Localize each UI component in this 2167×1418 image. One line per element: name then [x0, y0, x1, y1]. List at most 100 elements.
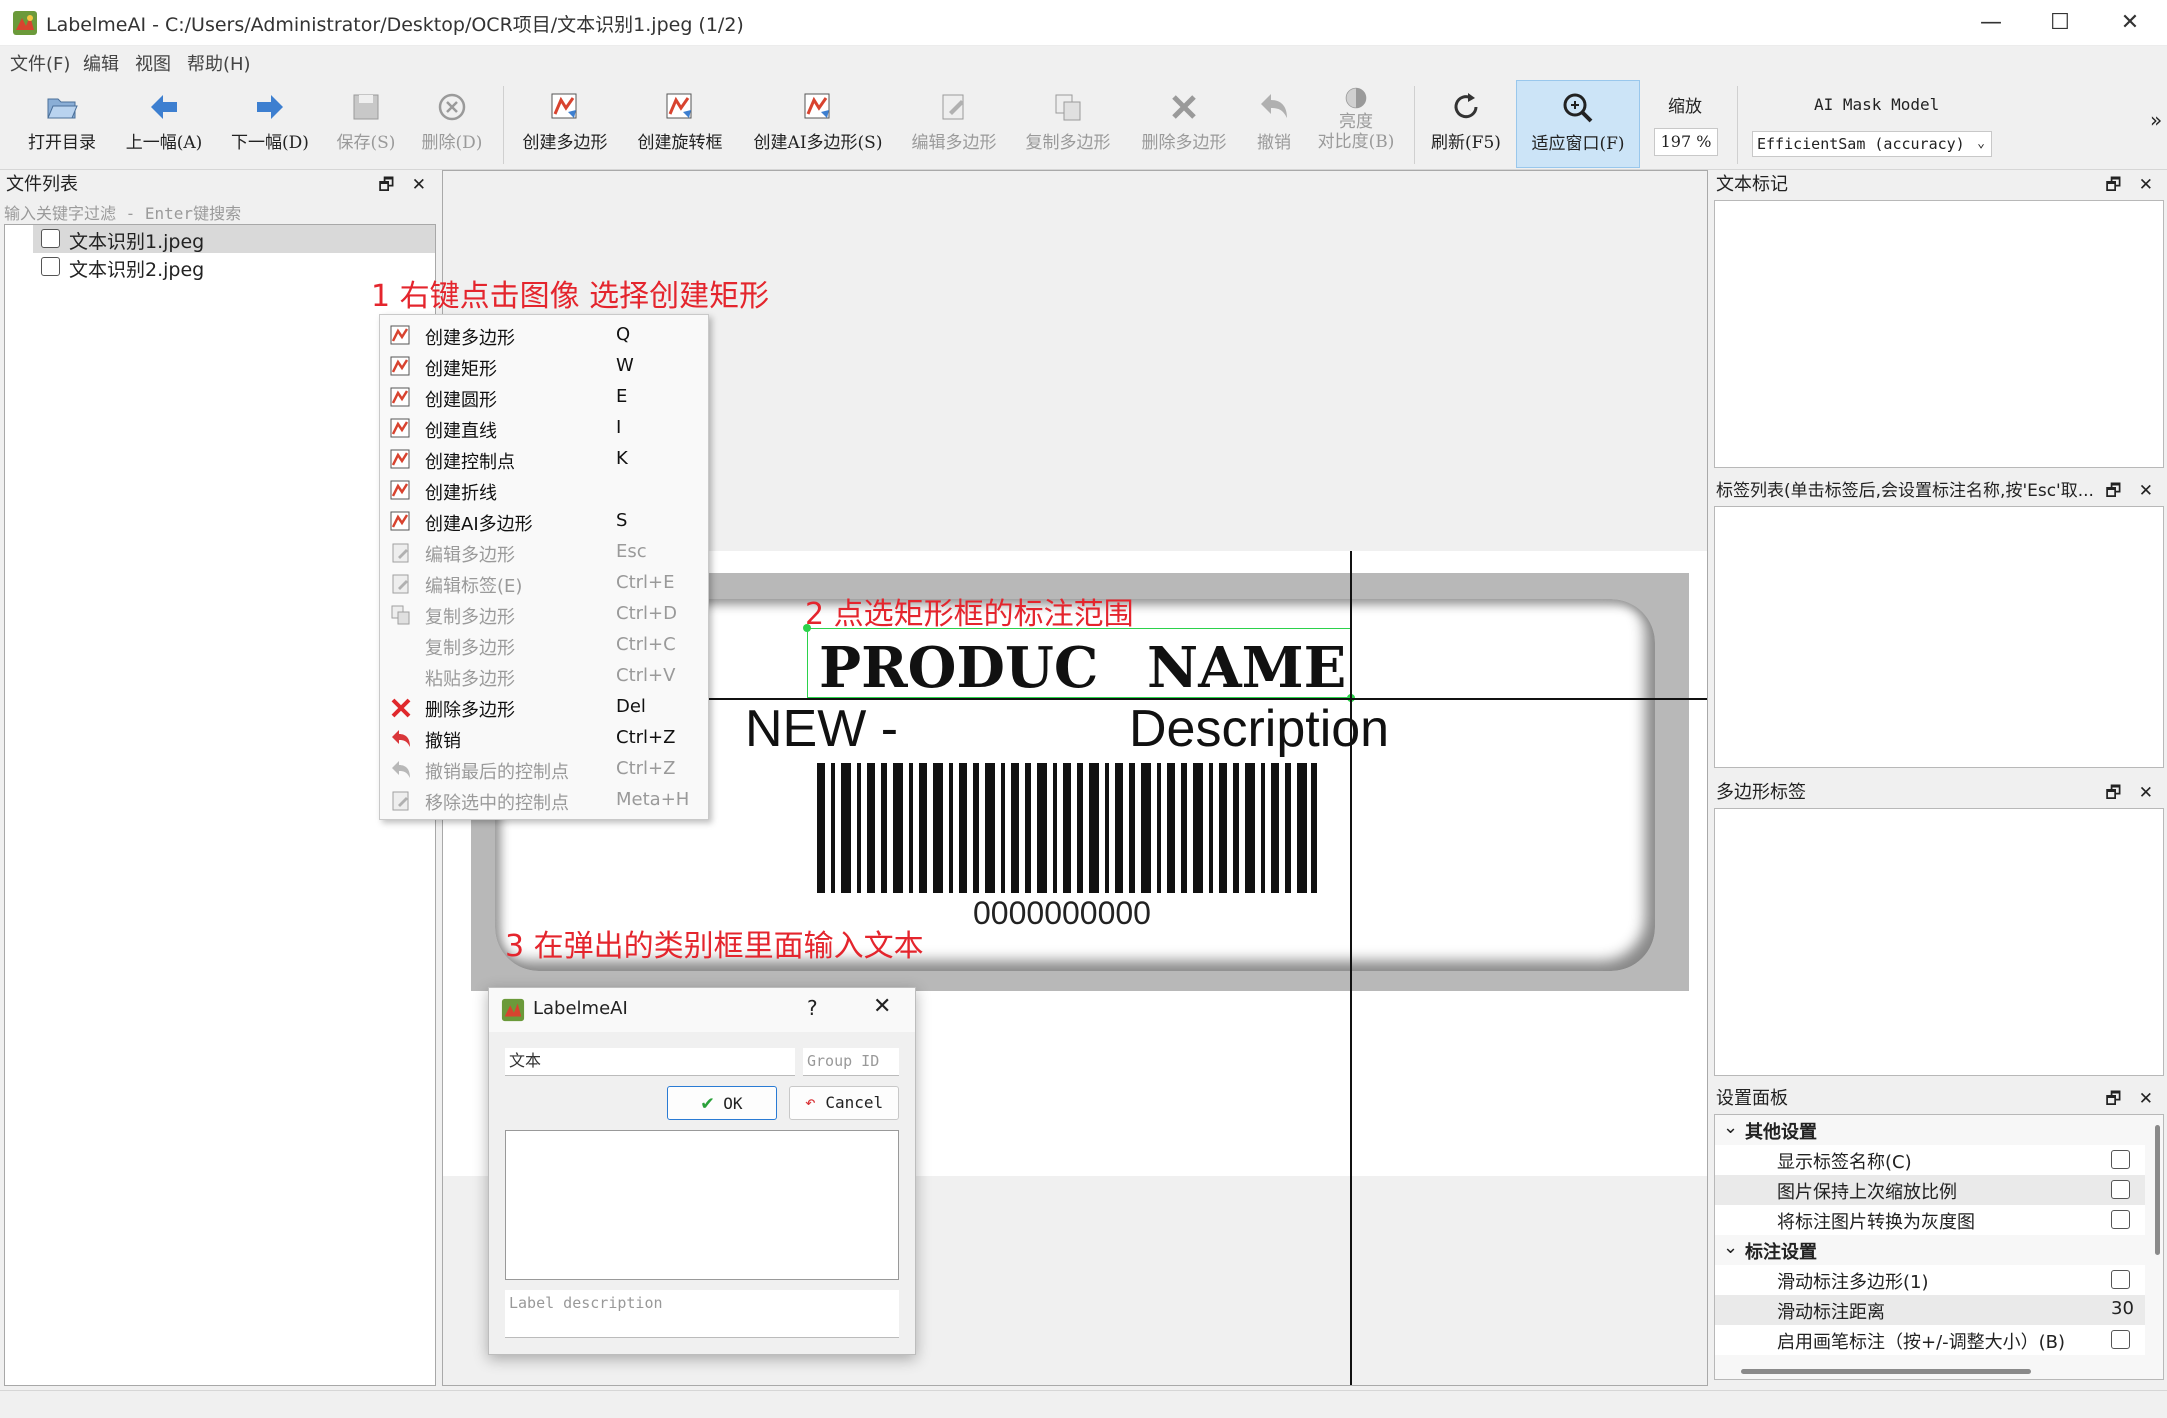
create-ai-polygon-button[interactable]: 创建AI多边形(S): [748, 80, 888, 168]
barcode-graphic: [817, 763, 1317, 893]
settings-horizontal-scrollbar[interactable]: [1741, 1369, 2031, 1374]
cancel-button[interactable]: ↶ Cancel: [789, 1086, 899, 1120]
ctx-create-rectangle[interactable]: 创建矩形 W: [380, 351, 708, 382]
close-window-button[interactable]: ✕: [2100, 6, 2160, 40]
list-item-selected[interactable]: 文本识别1.jpeg: [33, 225, 435, 253]
settings-group-annotation[interactable]: ⌄ 标注设置: [1715, 1235, 2145, 1265]
edit-polygon-button[interactable]: 编辑多边形: [904, 80, 1004, 168]
ctx-undo[interactable]: 撤销 Ctrl+Z: [380, 723, 708, 754]
setting-checkbox[interactable]: [2111, 1210, 2130, 1229]
file-checkbox[interactable]: [41, 257, 60, 276]
label-list-box[interactable]: [505, 1130, 899, 1280]
brightness-contrast-button[interactable]: 亮度 对比度(B): [1310, 80, 1402, 168]
ctx-create-circle[interactable]: 创建圆形 E: [380, 382, 708, 413]
setting-checkbox[interactable]: [2111, 1180, 2130, 1199]
step1-annotation: 1 右键点击图像 选择创建矩形: [371, 279, 770, 314]
menu-file[interactable]: 文件(F): [10, 50, 70, 76]
delete-file-button[interactable]: 删除(D): [414, 80, 490, 168]
setting-checkbox[interactable]: [2111, 1330, 2130, 1349]
file-list: 文本识别1.jpeg 文本识别2.jpeg: [4, 224, 436, 1386]
dialog-help-button[interactable]: ?: [807, 996, 818, 1020]
circle-draw-icon: [390, 387, 410, 407]
setting-keep-zoom[interactable]: 图片保持上次缩放比例: [1715, 1175, 2145, 1205]
step2-annotation: 2 点选矩形框的标注范围: [805, 597, 1134, 632]
ctx-create-line[interactable]: 创建直线 I: [380, 413, 708, 444]
ctx-edit-polygon[interactable]: 编辑多边形 Esc: [380, 537, 708, 568]
dock-float-close-icons[interactable]: 🗗 ✕: [2105, 170, 2159, 200]
toolbar-overflow-button[interactable]: »: [2150, 108, 2162, 132]
chevron-down-icon: ⌄: [1723, 1117, 1739, 1138]
ok-button[interactable]: ✔ OK: [667, 1086, 777, 1120]
ctx-paste-polygon[interactable]: 粘贴多边形 Ctrl+V: [380, 661, 708, 692]
zoom-value-input[interactable]: 197 %: [1654, 128, 1718, 156]
open-dir-button[interactable]: 打开目录: [14, 80, 110, 168]
file-list-header: 文件列表 🗗 ✕: [0, 170, 440, 200]
ctx-edit-label[interactable]: 编辑标签(E) Ctrl+E: [380, 568, 708, 599]
refresh-button[interactable]: 刷新(F5): [1424, 80, 1508, 168]
setting-show-label-name[interactable]: 显示标签名称(C): [1715, 1145, 2145, 1175]
label-input[interactable]: 文本: [505, 1048, 795, 1076]
create-polygon-button[interactable]: 创建多边形: [515, 80, 615, 168]
distance-value[interactable]: 30: [2111, 1298, 2134, 1319]
file-checkbox[interactable]: [41, 229, 60, 248]
settings-group-other[interactable]: ⌄ 其他设置: [1715, 1115, 2145, 1145]
edit-icon: [392, 543, 409, 563]
label-dialog: LabelmeAI ? ✕ 文本 Group ID ✔ OK ↶ Cancel …: [488, 987, 916, 1355]
settings-vertical-scrollbar[interactable]: [2155, 1125, 2160, 1255]
undo-button[interactable]: 撤销: [1246, 80, 1302, 168]
setting-grayscale[interactable]: 将标注图片转换为灰度图: [1715, 1205, 2145, 1235]
copy-polygon-button[interactable]: 复制多边形: [1018, 80, 1118, 168]
app-logo-icon: [13, 11, 37, 35]
menu-help[interactable]: 帮助(H): [187, 50, 251, 76]
ai-model-select[interactable]: EfficientSam (accuracy) ⌄: [1752, 131, 1992, 157]
step3-annotation: 3 在弹出的类别框里面输入文本: [505, 929, 924, 964]
minimize-button[interactable]: —: [1961, 6, 2021, 40]
save-button[interactable]: 保存(S): [328, 80, 404, 168]
arrow-left-icon: [151, 95, 177, 119]
ctx-delete-polygon[interactable]: 删除多边形 Del: [380, 692, 708, 723]
label-list-panel[interactable]: [1714, 506, 2164, 768]
ctx-undo-last-point[interactable]: 撤销最后的控制点 Ctrl+Z: [380, 754, 708, 785]
text-mark-panel[interactable]: [1714, 200, 2164, 468]
toolbar-separator: [1737, 86, 1738, 164]
ctx-create-ai-polygon[interactable]: 创建AI多边形 S: [380, 506, 708, 537]
dock-float-close-icons[interactable]: 🗗 ✕: [2105, 1084, 2159, 1114]
copy-icon: [1055, 94, 1081, 121]
toolbar: 打开目录 上一幅(A) 下一幅(D) 保存(S) 删除(D) 创建多边形 创建旋…: [0, 78, 2167, 170]
polygon-labels-panel[interactable]: [1714, 808, 2164, 1076]
file-filter-input[interactable]: 输入关键字过滤 - Enter键搜索: [4, 200, 436, 224]
setting-slide-distance[interactable]: 滑动标注距离 30: [1715, 1295, 2145, 1325]
prev-image-button[interactable]: 上一幅(A): [116, 80, 212, 168]
dialog-close-button[interactable]: ✕: [873, 994, 891, 1019]
ctx-create-linestrip[interactable]: 创建折线: [380, 475, 708, 506]
dock-float-close-icons[interactable]: 🗗 ✕: [2105, 476, 2159, 506]
setting-checkbox[interactable]: [2111, 1270, 2130, 1289]
maximize-button[interactable]: ☐: [2030, 6, 2090, 40]
ctx-duplicate-polygon[interactable]: 复制多边形 Ctrl+D: [380, 599, 708, 630]
file-list-dock: 文件列表 🗗 ✕ 输入关键字过滤 - Enter键搜索 文本识别1.jpeg 文…: [0, 170, 440, 1386]
ctx-copy-polygon[interactable]: 复制多边形 Ctrl+C: [380, 630, 708, 661]
setting-brush[interactable]: 启用画笔标注（按+/-调整大小）(B): [1715, 1325, 2145, 1355]
ai-polygon-icon: [804, 93, 830, 119]
new-text: NEW -: [745, 700, 899, 758]
selection-rectangle[interactable]: [807, 628, 1351, 698]
setting-checkbox[interactable]: [2111, 1150, 2130, 1169]
menu-view[interactable]: 视图: [135, 50, 171, 76]
context-menu: 创建多边形 Q 创建矩形 W 创建圆形 E 创建直线 I 创建控制点 K 创建折线 创建A…: [379, 314, 709, 820]
menu-edit[interactable]: 编辑: [83, 50, 119, 76]
ctx-create-point[interactable]: 创建控制点 K: [380, 444, 708, 475]
ctx-remove-selected-point[interactable]: 移除选中的控制点 Meta+H: [380, 785, 708, 816]
create-rotation-box-button[interactable]: 创建旋转框: [630, 80, 730, 168]
fit-window-button[interactable]: 适应窗口(F): [1516, 80, 1640, 168]
label-description-input[interactable]: Label description: [505, 1290, 899, 1338]
zoom-fit-icon: [1563, 93, 1593, 123]
ctx-create-polygon[interactable]: 创建多边形 Q: [380, 320, 708, 351]
group-id-input[interactable]: Group ID: [803, 1048, 899, 1076]
label-list-header: 标签列表(单击标签后,会设置标注名称,按'Esc'取... 🗗 ✕: [1710, 476, 2167, 506]
text-mark-header: 文本标记 🗗 ✕: [1710, 170, 2167, 200]
dock-float-close-icons[interactable]: 🗗 ✕: [378, 170, 432, 200]
delete-polygon-button[interactable]: 删除多边形: [1134, 80, 1234, 168]
dock-float-close-icons[interactable]: 🗗 ✕: [2105, 778, 2159, 808]
next-image-button[interactable]: 下一幅(D): [222, 80, 318, 168]
setting-slide-polygon[interactable]: 滑动标注多边形(1): [1715, 1265, 2145, 1295]
